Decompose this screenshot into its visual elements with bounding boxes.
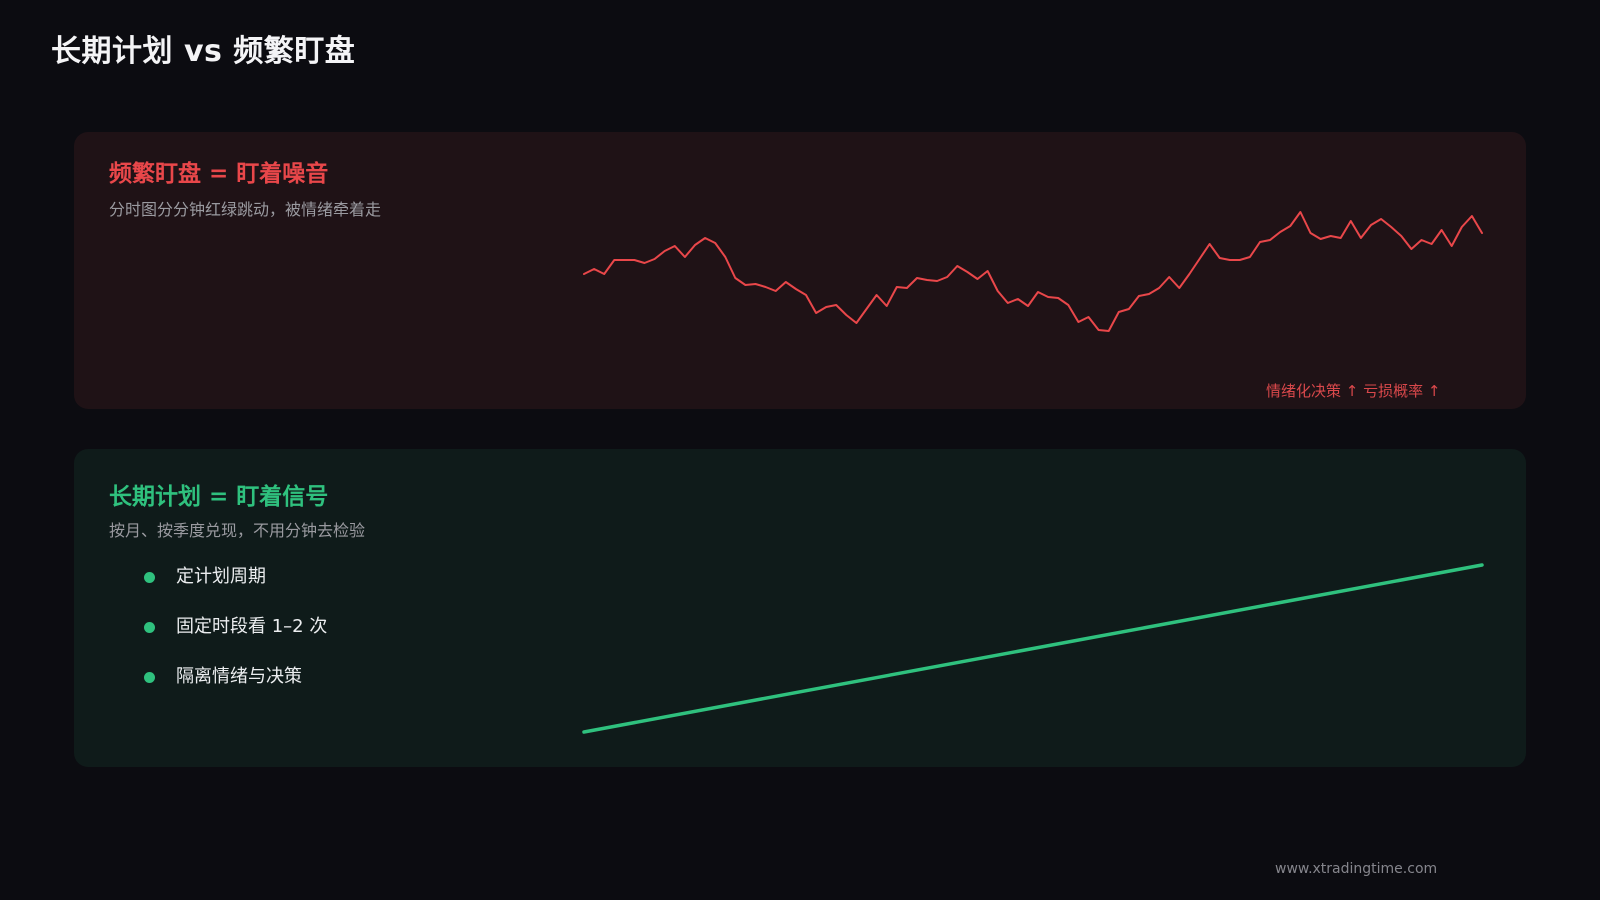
noise-line xyxy=(583,211,1483,332)
noise-caption: 情绪化决策 ↑ 亏损概率 ↑ xyxy=(1266,382,1441,400)
signal-trend-line xyxy=(582,563,1484,734)
page-title: 长期计划 vs 频繁盯盘 xyxy=(51,34,356,69)
slide: 长期计划 vs 频繁盯盘 频繁盯盘 = 盯着噪音 分时图分分钟红绿跳动，被情绪牵… xyxy=(0,0,1600,900)
signal-card: 长期计划 = 盯着信号 按月、按季度兑现，不用分钟去检验 定计划周期 固定时段看… xyxy=(74,449,1526,767)
footer-url: www.xtradingtime.com xyxy=(1275,861,1438,877)
signal-line-chart xyxy=(582,563,1484,734)
noise-line-chart xyxy=(583,211,1483,332)
noise-card: 频繁盯盘 = 盯着噪音 分时图分分钟红绿跳动，被情绪牵着走 情绪化决策 ↑ 亏损… xyxy=(74,132,1526,409)
